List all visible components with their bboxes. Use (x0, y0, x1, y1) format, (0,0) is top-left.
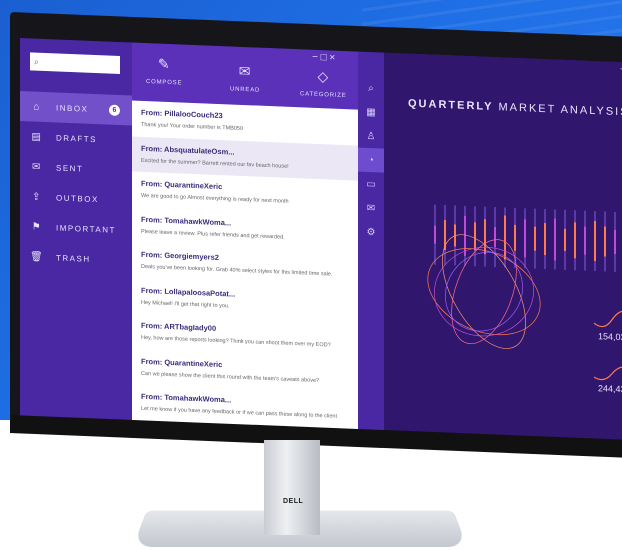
bar-mark (584, 226, 586, 255)
folder-nav: ⌂ INBOX 6 ▤ DRAFTS ✉ SENT ⇪ OUTBOX ⚑ IMP… (20, 91, 132, 275)
bar-mark (564, 228, 566, 251)
bar-mark (504, 215, 506, 260)
left-sidebar: ⌕ ⌂ INBOX 6 ▤ DRAFTS ✉ SENT ⇪ OUTBOX ⚑ I… (20, 38, 132, 423)
dashboard-graphics (427, 204, 622, 381)
trend-line-1 (593, 310, 622, 328)
stat-value-1: 154,03 (598, 331, 622, 343)
nav-item-trash[interactable]: 🗑 TRASH (20, 241, 132, 275)
unread-button[interactable]: ✉ UNREAD (230, 62, 261, 94)
unread-label: UNREAD (230, 86, 261, 94)
bar-mark (574, 222, 576, 259)
bar-mark (474, 222, 476, 251)
unread-count-badge: 6 (109, 104, 120, 116)
categorize-label: CATEGORIZE (300, 91, 347, 100)
nav-item-important[interactable]: ⚑ IMPORTANT (20, 211, 132, 245)
mail-toolbar: − □ × ✎ COMPOSE ✉ UNREAD ◇ CATEGORIZE (132, 42, 358, 110)
bar-mark (604, 226, 606, 257)
bar-mark (534, 226, 536, 251)
tag-icon: ◇ (317, 67, 330, 85)
nav-label: DRAFTS (56, 132, 97, 144)
search-input[interactable]: ⌕ (30, 52, 120, 75)
email-list: From: PillalooCouch23 Thank you! Your ord… (132, 100, 358, 432)
drafts-icon: ▤ (31, 130, 43, 143)
monitor-stand-neck (264, 440, 320, 535)
user-icon[interactable]: ♙ (358, 124, 384, 149)
bar-mark (554, 218, 556, 261)
nav-item-inbox[interactable]: ⌂ INBOX 6 (20, 91, 132, 126)
compose-button[interactable]: ✎ COMPOSE (146, 55, 183, 87)
search-icon: ⌕ (34, 56, 40, 67)
stat-value-2: 244,43 (598, 383, 622, 395)
nav-label: SENT (56, 162, 84, 174)
bar-mark (614, 229, 616, 254)
nav-item-sent[interactable]: ✉ SENT (20, 151, 132, 185)
search-icon[interactable]: ⌕ (358, 76, 384, 101)
chat-icon[interactable]: ▭ (358, 172, 384, 197)
bar-mark (484, 219, 486, 255)
envelope-icon: ✉ (238, 62, 252, 80)
grid-icon[interactable]: ▦ (358, 100, 384, 125)
bar-mark (464, 215, 466, 256)
nav-item-drafts[interactable]: ▤ DRAFTS (20, 121, 132, 155)
mail-icon[interactable]: ✉ (358, 196, 384, 221)
app-icon-bar: ⌕ ▦ ♙ ◔ ▭ ✉ ⚙ (358, 51, 384, 433)
outbox-icon: ⇪ (32, 190, 42, 203)
chart-icon[interactable]: ◔ (358, 147, 384, 173)
nav-label: IMPORTANT (56, 222, 116, 235)
categorize-button[interactable]: ◇ CATEGORIZE (300, 67, 347, 99)
nav-label: OUTBOX (56, 192, 99, 204)
monitor-screen: ⌕ ⌂ INBOX 6 ▤ DRAFTS ✉ SENT ⇪ OUTBOX ⚑ I… (20, 38, 622, 444)
settings-icon[interactable]: ⚙ (358, 220, 384, 245)
trend-line-2 (593, 366, 622, 381)
bar-mark (524, 219, 526, 258)
compose-label: COMPOSE (146, 79, 183, 87)
bar-mark (494, 227, 496, 248)
nav-label: INBOX (56, 102, 89, 114)
bar-mark (594, 221, 596, 262)
brand-logo: DELL (283, 498, 304, 505)
market-analysis-dashboard: − □ × QUARTERLY MARKET ANALYSIS 154,03 2… (384, 52, 622, 444)
sent-icon: ✉ (32, 160, 42, 173)
bar-mark (434, 225, 436, 244)
window-controls[interactable]: − □ × (312, 52, 335, 64)
pencil-icon: ✎ (157, 55, 171, 73)
flag-icon: ⚑ (31, 220, 43, 233)
bar-mark (544, 223, 546, 256)
inbox-icon: ⌂ (33, 101, 41, 113)
bar-mark (514, 224, 516, 251)
nav-item-outbox[interactable]: ⇪ OUTBOX (20, 181, 132, 215)
nav-label: TRASH (56, 252, 91, 264)
trash-icon: 🗑 (30, 250, 45, 263)
